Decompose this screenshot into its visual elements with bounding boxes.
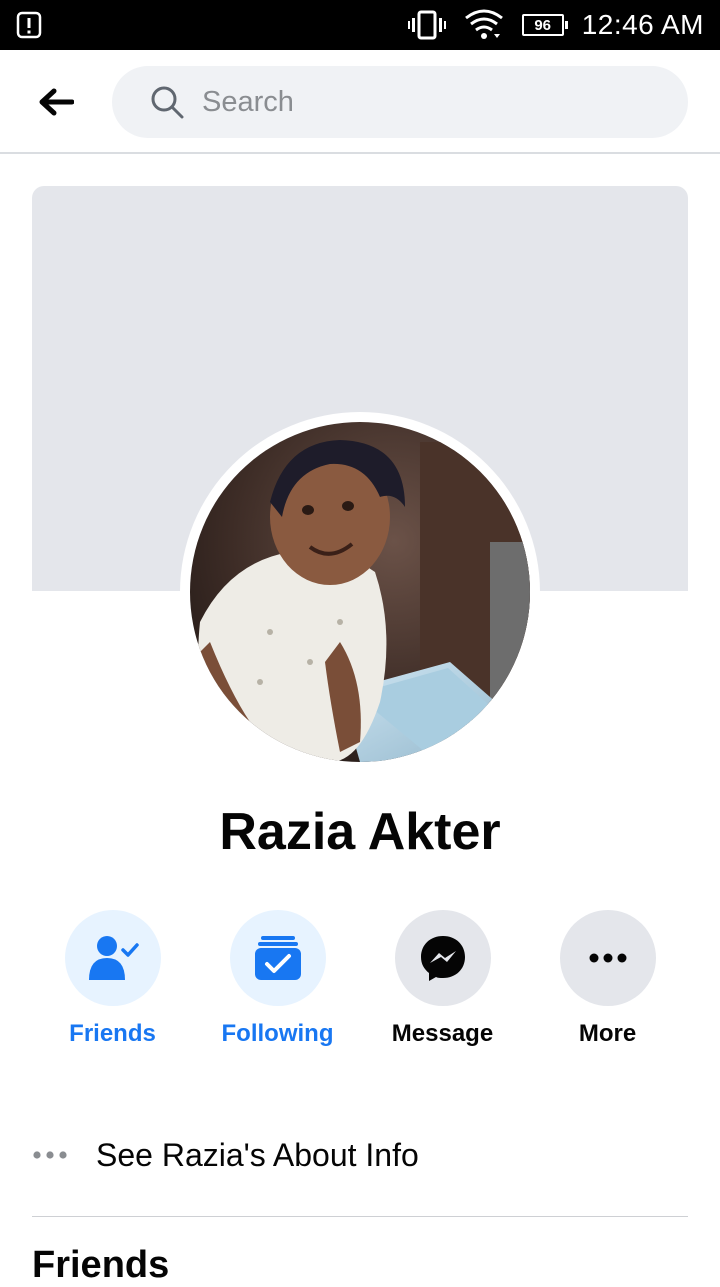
following-icon bbox=[254, 936, 301, 980]
messenger-icon bbox=[420, 936, 465, 981]
wifi-icon bbox=[464, 9, 503, 39]
friends-button-circle[interactable] bbox=[64, 910, 161, 1006]
message-button[interactable]: Message bbox=[360, 910, 525, 1048]
friends-check-icon bbox=[88, 936, 139, 980]
message-label: Message bbox=[391, 1020, 494, 1047]
back-button[interactable] bbox=[30, 78, 82, 126]
status-bar: 96 12:46 AM bbox=[0, 0, 720, 50]
message-button-circle[interactable] bbox=[394, 910, 491, 1006]
battery-level: 96 bbox=[534, 16, 552, 34]
more-button-circle[interactable] bbox=[559, 910, 656, 1006]
friends-label: Friends bbox=[69, 1020, 156, 1047]
profile-photo-image bbox=[190, 422, 530, 762]
profile-picture[interactable] bbox=[190, 422, 530, 762]
following-label: Following bbox=[221, 1020, 334, 1047]
search-input[interactable] bbox=[200, 84, 640, 120]
back-arrow-icon bbox=[39, 88, 74, 116]
see-about-info-row[interactable]: See Razia's About Info bbox=[32, 1120, 688, 1190]
search-bar[interactable] bbox=[112, 66, 688, 138]
more-button[interactable]: More bbox=[525, 910, 690, 1048]
alert-icon bbox=[16, 11, 42, 39]
search-icon bbox=[151, 86, 184, 119]
profile-name: Razia Akter bbox=[219, 803, 501, 861]
battery-icon: 96 bbox=[521, 14, 568, 36]
friends-section-title: Friends bbox=[32, 1244, 170, 1286]
more-dots-icon bbox=[589, 953, 626, 963]
more-dots-icon bbox=[33, 1151, 67, 1159]
divider bbox=[32, 1216, 688, 1217]
clock: 12:46 AM bbox=[581, 9, 704, 40]
more-label: More bbox=[578, 1020, 637, 1047]
profile-picture-frame[interactable] bbox=[180, 412, 540, 772]
following-button[interactable]: Following bbox=[195, 910, 360, 1048]
following-button-circle[interactable] bbox=[229, 910, 326, 1006]
friends-button[interactable]: Friends bbox=[30, 910, 195, 1048]
profile-actions: Friends Following Message More bbox=[30, 910, 690, 1048]
top-bar bbox=[0, 50, 720, 154]
vibrate-icon bbox=[407, 10, 446, 40]
about-info-label: See Razia's About Info bbox=[96, 1136, 419, 1173]
